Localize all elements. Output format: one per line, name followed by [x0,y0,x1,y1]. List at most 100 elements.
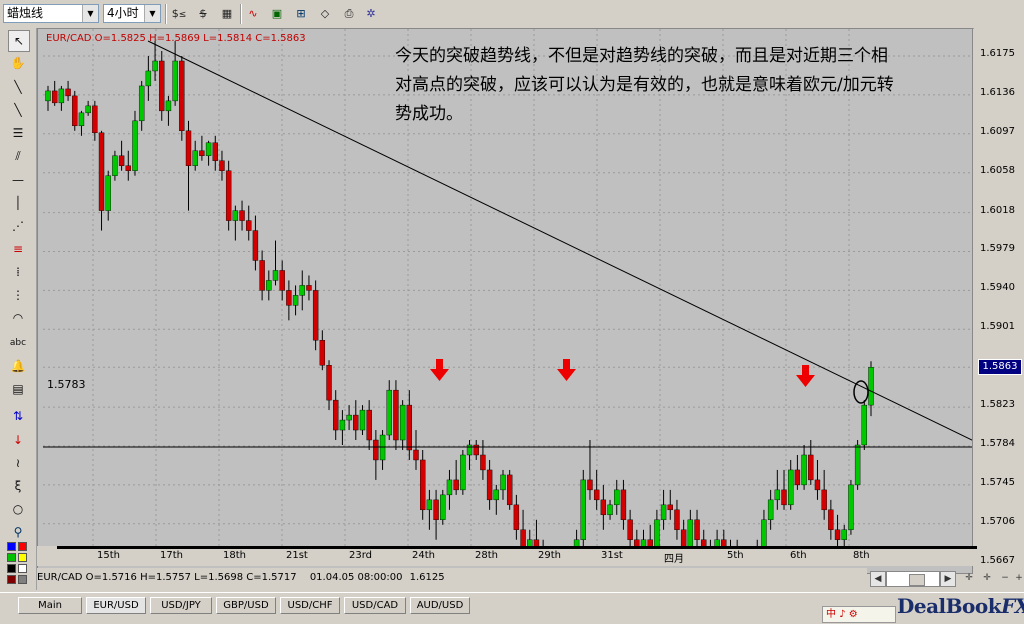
candle-up [426,499,433,511]
wave-tool-icon[interactable]: ≀ [8,453,28,473]
arc-icon[interactable]: ◠ [8,308,28,328]
color-swatch-green[interactable] [7,553,16,562]
chart-navigation: ◀ ▶ ✛ ✛ − + [868,570,1024,588]
fibo-retracement-icon[interactable]: ≡ [8,239,28,259]
print-icon[interactable]: ⎙ [340,5,358,23]
candle-down [393,389,399,441]
color-swatch-white[interactable] [18,564,27,573]
text-tool-icon[interactable]: abc [8,333,28,353]
hand-icon[interactable]: ✋ [8,53,28,73]
scrollbar-track[interactable] [886,571,940,587]
chevron-down-icon[interactable]: ▼ [82,5,98,22]
candle-up [132,120,138,171]
zigzag-icon[interactable]: ξ [8,476,28,496]
color-swatch-blue[interactable] [7,542,16,551]
zoom-icon[interactable]: ⚲ [8,522,28,542]
scroll-right-icon[interactable]: ▶ [940,571,956,587]
chevron-down-icon[interactable]: ▼ [144,5,160,22]
color-swatch-black[interactable] [7,564,16,573]
color-swatch-gray[interactable] [18,575,27,584]
candle-down [433,499,439,521]
arrow-marker [430,359,449,381]
tab-usd-jpy[interactable]: USD/JPY [150,597,212,614]
color-swatch-yellow[interactable] [18,553,27,562]
chart-type-select[interactable]: 蜡烛线 ▼ [3,4,99,23]
date-tick-label: 15th [97,550,120,561]
price-tick-label: 1.6136 [980,86,1015,98]
candle-down [781,489,787,506]
candle-up [868,367,874,406]
grid-tool-icon[interactable]: ⁞ [8,262,28,282]
trend-line-icon[interactable]: ╲ [8,100,28,120]
candle-down [219,160,225,171]
candle-down [480,454,486,471]
vertical-line-icon[interactable]: │ [8,193,28,213]
date-tick-label: 31st [601,550,623,561]
candle-down [252,230,259,261]
chart-image-icon[interactable]: ▣ [268,5,286,23]
tab-gbp-usd[interactable]: GBP/USD [216,597,276,614]
arrow-down-icon[interactable]: ↓ [8,430,28,450]
candle-down [520,529,526,547]
tab-eur-usd[interactable]: EUR/USD [86,597,146,614]
scrollbar-thumb[interactable] [909,574,925,586]
dollar-scale-icon[interactable]: $≤ [170,5,188,23]
bell-icon[interactable]: 🔔 [8,356,28,376]
zoom-out-icon[interactable]: ✛ [980,571,994,585]
candle-up [138,85,145,122]
date-axis[interactable]: 15th 17th 18th 21st 23rd 24th 28th 29th 31st 四月 5t… [37,546,977,566]
calculator-icon[interactable]: ▤ [8,379,28,399]
circle-icon[interactable]: ○ [8,499,28,519]
tab-usd-cad[interactable]: USD/CAD [344,597,406,614]
candle-up [841,529,847,540]
date-tick-label: 四月 [664,554,684,565]
candle-down [65,88,71,97]
tab-main[interactable]: Main [18,597,82,614]
save-icon[interactable]: ◇ [316,5,334,23]
plus-icon[interactable]: + [1012,571,1024,585]
template-icon[interactable]: ⊞ [292,5,310,23]
ime-tray[interactable]: 中 ♪ ⚙ [822,606,896,623]
candle-up [767,499,774,521]
candle-up [854,444,861,486]
price-tick-label: 1.5667 [980,554,1015,566]
zoom-in-icon[interactable]: ✛ [962,571,976,585]
minus-icon[interactable]: − [998,571,1012,585]
arrow-marker [557,359,576,381]
scroll-left-icon[interactable]: ◀ [870,571,886,587]
candle-up [359,409,366,431]
cycle-lines-icon[interactable]: ⋮ [8,285,28,305]
timeframe-select[interactable]: 4小时 ▼ [103,4,161,23]
candle-down [674,509,680,530]
candle-down [366,409,372,441]
candle-down [834,529,841,540]
candle-down [680,529,687,547]
channel-icon[interactable]: ⫽ [8,146,28,166]
tab-usd-chf[interactable]: USD/CHF [280,597,340,614]
color-swatch-red[interactable] [18,542,27,551]
drawing-tools-panel: ↖ ✋ ╲ ╲ ☰ ⫽ — │ ⋰ ≡ ⁞ ⋮ ◠ abc 🔔 ▤ ⇅ ↓ ≀ … [0,28,37,590]
wave-line-icon[interactable]: ∿ [244,5,262,23]
candle-down [118,155,125,166]
top-toolbar: 蜡烛线 ▼ 4小时 ▼ $≤ $ ▦ ∿ ▣ ⊞ ◇ ⎙ ✲ [0,0,1024,29]
color-swatch-maroon[interactable] [7,575,16,584]
timeframe-value: 4小时 [107,6,139,20]
tab-aud-usd[interactable]: AUD/USD [410,597,470,614]
price-axis[interactable]: 1.6175 1.6136 1.6097 1.6058 1.6018 1.5979 1.59… [974,28,1024,605]
line-icon[interactable]: ╲ [8,77,28,97]
arrows-icon[interactable]: ⇅ [8,406,28,426]
candle-up [339,419,346,431]
settings-icon[interactable]: ✲ [362,5,380,23]
fibo-lines-icon[interactable]: ☰ [8,123,28,143]
candle-up [172,60,178,102]
fan-icon[interactable]: ⋰ [8,216,28,236]
candle-up [761,519,767,547]
candle-down [286,290,292,306]
horizontal-line-icon[interactable]: — [8,170,28,190]
pointer-icon[interactable]: ↖ [8,30,30,52]
candle-down [453,479,459,491]
candle-up [446,479,453,496]
candle-up [660,504,667,521]
dollar-crossed-icon[interactable]: $ [194,5,212,23]
text-grid-icon[interactable]: ▦ [218,5,236,23]
